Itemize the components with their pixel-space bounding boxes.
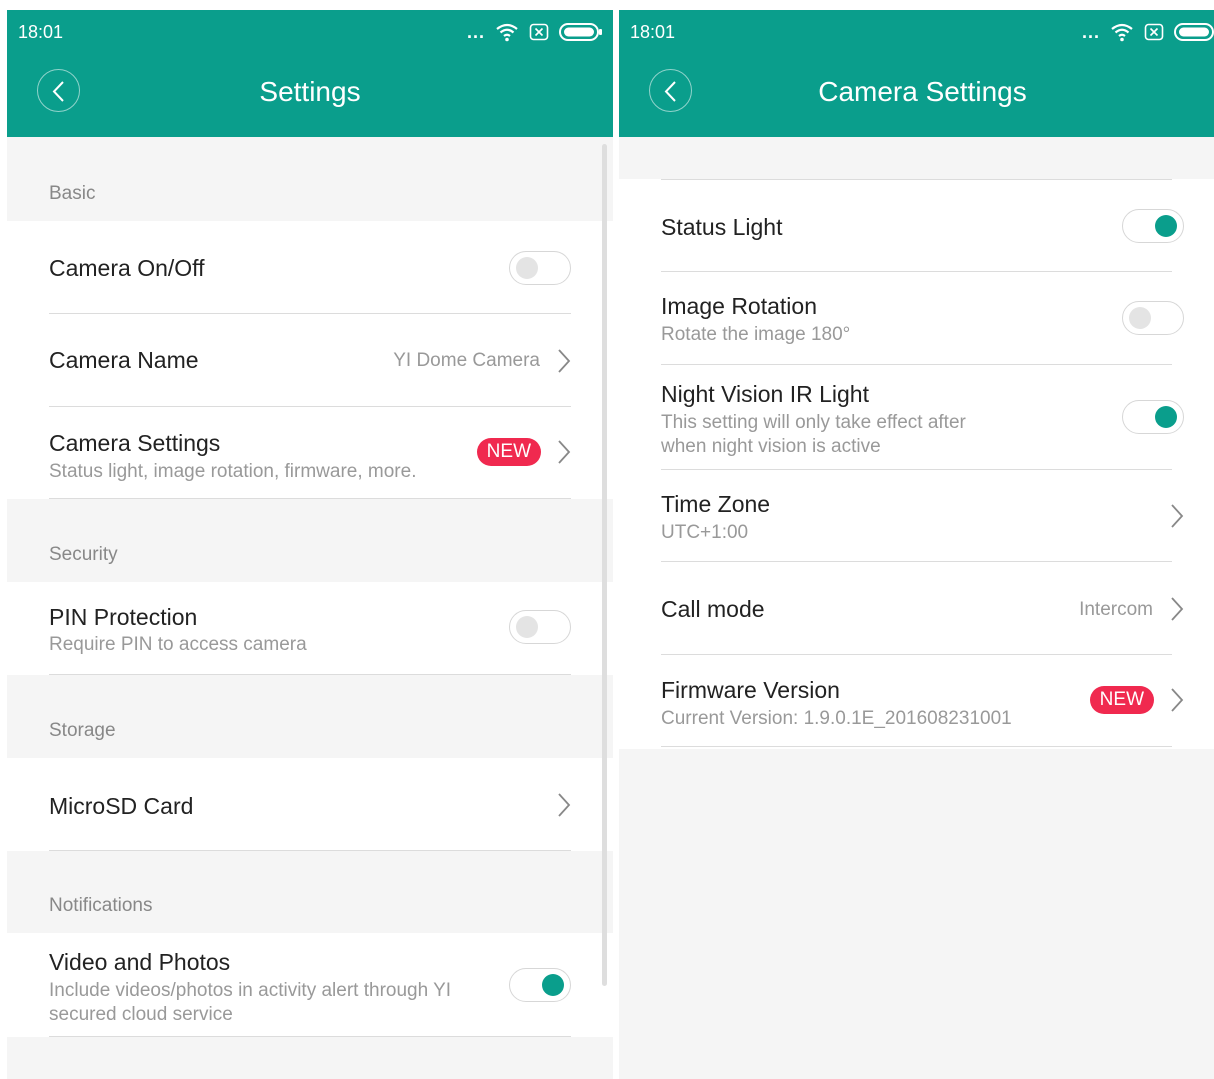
chevron-right-icon: [558, 793, 571, 817]
settings-list: Basic Camera On/Off Camera Name YI Dome …: [7, 137, 613, 1079]
scrollbar[interactable]: [602, 144, 607, 986]
new-badge: NEW: [1089, 686, 1154, 714]
video-photos-subtitle-line1: Include videos/photos in activity alert …: [49, 980, 452, 1001]
toggle-knob: [1155, 406, 1177, 428]
camera-settings-label: Camera Settings: [49, 430, 221, 456]
section-storage-header: Storage: [49, 720, 116, 741]
pin-protection-toggle[interactable]: [509, 610, 571, 644]
call-mode-value: Intercom: [1079, 599, 1153, 620]
wifi-icon: [1111, 23, 1133, 42]
sim-icon: [1144, 23, 1164, 41]
night-vision-subtitle-line1: This setting will only take effect after: [661, 412, 966, 433]
firmware-version-label: Firmware Version: [661, 677, 840, 703]
time-zone-value: UTC+1:00: [661, 522, 749, 543]
chevron-right-icon: [1171, 504, 1184, 528]
wifi-icon: [496, 23, 518, 42]
call-mode-row[interactable]: Call mode Intercom: [619, 562, 1214, 655]
toggle-knob: [1155, 215, 1177, 237]
toggle-knob: [542, 974, 564, 996]
firmware-version-row[interactable]: Firmware Version Current Version: 1.9.0.…: [619, 655, 1214, 747]
settings-screen: 18:01 ... Settings Basic Camera On/Off C…: [7, 10, 613, 1079]
time-zone-label: Time Zone: [661, 491, 771, 517]
camera-settings-subtitle: Status light, image rotation, firmware, …: [49, 461, 417, 482]
camera-onoff-row: Camera On/Off: [7, 221, 613, 314]
camera-onoff-label: Camera On/Off: [49, 255, 205, 281]
night-vision-toggle[interactable]: [1122, 400, 1184, 434]
more-dots-icon: ...: [466, 22, 485, 42]
time-zone-row[interactable]: Time Zone UTC+1:00: [619, 470, 1214, 562]
header-bar: 18:01 ... Camera Settings: [619, 10, 1214, 137]
night-vision-subtitle-line2: when night vision is active: [661, 436, 881, 457]
video-photos-subtitle-line2: secured cloud service: [49, 1004, 233, 1025]
battery-icon: [559, 23, 602, 41]
chevron-right-icon: [558, 349, 571, 373]
camera-settings-screen: 18:01 ... Camera Settings Status Light I…: [619, 10, 1214, 1079]
status-light-label: Status Light: [661, 214, 783, 240]
chevron-right-icon: [558, 440, 571, 464]
section-notifications-header: Notifications: [49, 895, 153, 916]
toggle-knob: [516, 257, 538, 279]
chevron-right-icon: [1171, 597, 1184, 621]
camera-settings-list: Status Light Image Rotation Rotate the i…: [619, 137, 1214, 1079]
image-rotation-toggle[interactable]: [1122, 301, 1184, 335]
video-photos-toggle[interactable]: [509, 968, 571, 1002]
new-badge: NEW: [476, 438, 541, 466]
pin-protection-label: PIN Protection: [49, 604, 198, 630]
night-vision-row: Night Vision IR Light This setting will …: [619, 365, 1214, 470]
microsd-card-label: MicroSD Card: [49, 793, 194, 819]
status-time: 18:01: [18, 22, 64, 42]
firmware-version-subtitle: Current Version: 1.9.0.1E_201608231001: [661, 708, 1012, 729]
status-light-row: Status Light: [619, 180, 1214, 272]
section-basic-header: Basic: [49, 183, 96, 204]
status-icons: ...: [1082, 20, 1214, 44]
image-rotation-subtitle: Rotate the image 180°: [661, 324, 851, 345]
night-vision-label: Night Vision IR Light: [661, 381, 869, 407]
video-photos-row: Video and Photos Include videos/photos i…: [7, 933, 613, 1037]
toggle-knob: [516, 616, 538, 638]
camera-onoff-toggle[interactable]: [509, 251, 571, 285]
status-light-toggle[interactable]: [1122, 209, 1184, 243]
camera-settings-row[interactable]: Camera Settings Status light, image rota…: [7, 407, 613, 499]
page-title: Camera Settings: [818, 76, 1027, 107]
image-rotation-row: Image Rotation Rotate the image 180°: [619, 272, 1214, 365]
pin-protection-row: PIN Protection Require PIN to access cam…: [7, 582, 613, 675]
image-rotation-label: Image Rotation: [661, 293, 817, 319]
status-icons: ...: [467, 20, 603, 44]
camera-name-value: YI Dome Camera: [393, 350, 540, 371]
status-time: 18:01: [630, 22, 676, 42]
microsd-card-row[interactable]: MicroSD Card: [7, 758, 613, 851]
toggle-knob: [1129, 307, 1151, 329]
video-photos-label: Video and Photos: [49, 949, 231, 975]
sim-icon: [529, 23, 549, 41]
battery-icon: [1174, 23, 1214, 41]
more-dots-icon: ...: [1081, 22, 1100, 42]
header-bar: 18:01 ... Settings: [7, 10, 613, 137]
page-title: Settings: [259, 76, 361, 107]
camera-name-label: Camera Name: [49, 347, 199, 373]
section-security-header: Security: [49, 544, 118, 565]
call-mode-label: Call mode: [661, 596, 765, 622]
camera-name-row[interactable]: Camera Name YI Dome Camera: [7, 314, 613, 407]
chevron-right-icon: [1171, 688, 1184, 712]
pin-protection-subtitle: Require PIN to access camera: [49, 634, 307, 655]
